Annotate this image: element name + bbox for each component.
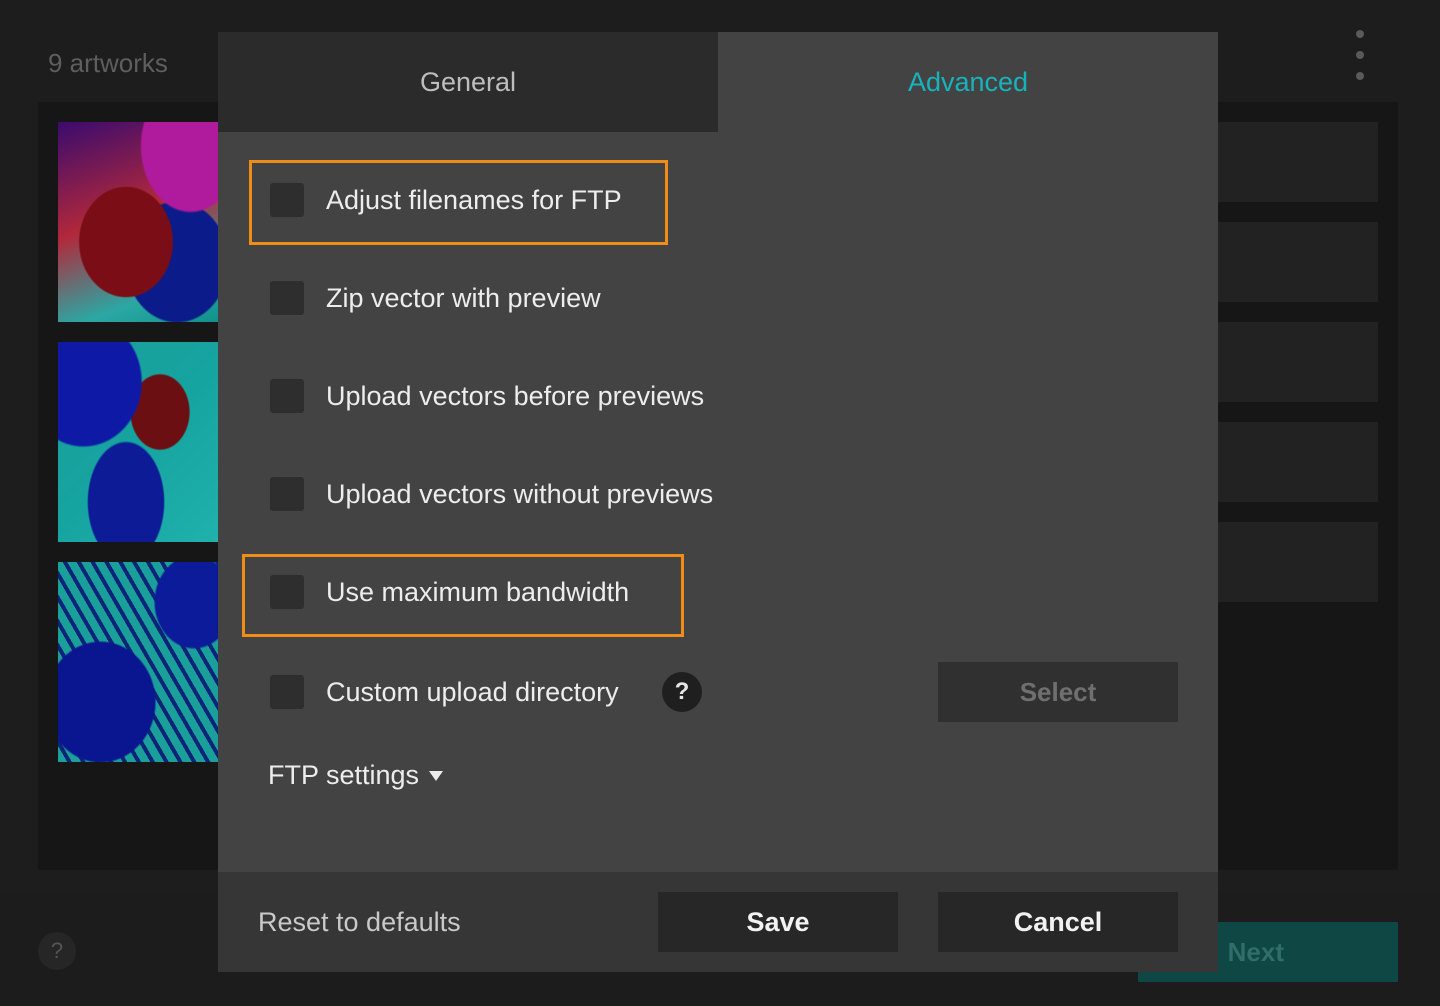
artwork-row [1218, 122, 1378, 202]
option-use-maximum-bandwidth[interactable]: Use maximum bandwidth [270, 572, 629, 612]
artwork-row [1218, 522, 1378, 602]
option-label: Adjust filenames for FTP [326, 184, 622, 215]
artwork-count: 9 artworks [48, 48, 168, 78]
question-mark-icon[interactable]: ? [662, 672, 702, 712]
checkbox[interactable] [270, 575, 304, 609]
checkbox[interactable] [270, 281, 304, 315]
cancel-button[interactable]: Cancel [938, 892, 1178, 952]
tab-general[interactable]: General [218, 32, 718, 132]
artwork-row [1218, 322, 1378, 402]
reset-to-defaults-link[interactable]: Reset to defaults [258, 872, 461, 972]
artwork-row [1218, 422, 1378, 502]
option-label: Zip vector with preview [326, 282, 601, 313]
help-icon[interactable]: ? [38, 932, 76, 970]
option-custom-upload-directory[interactable]: Custom upload directory [270, 672, 619, 712]
option-upload-vectors-before-previews[interactable]: Upload vectors before previews [270, 376, 704, 416]
checkbox[interactable] [270, 675, 304, 709]
option-adjust-filenames-ftp[interactable]: Adjust filenames for FTP [270, 180, 622, 220]
artwork-thumbnail[interactable] [58, 562, 228, 762]
ftp-settings-label: FTP settings [268, 760, 420, 790]
artwork-thumbnail[interactable] [58, 122, 228, 322]
option-label: Upload vectors without previews [326, 478, 714, 509]
save-button[interactable]: Save [658, 892, 898, 952]
more-menu-icon[interactable] [1346, 30, 1374, 80]
ftp-settings-toggle[interactable]: FTP settings [268, 760, 444, 791]
option-zip-vector-preview[interactable]: Zip vector with preview [270, 278, 601, 318]
option-upload-vectors-without-previews[interactable]: Upload vectors without previews [270, 474, 713, 514]
option-label: Custom upload directory [326, 676, 619, 707]
tab-advanced[interactable]: Advanced [718, 32, 1218, 132]
checkbox[interactable] [270, 379, 304, 413]
artwork-thumbnail[interactable] [58, 342, 228, 542]
checkbox[interactable] [270, 183, 304, 217]
select-directory-button[interactable]: Select [938, 662, 1178, 722]
option-label: Upload vectors before previews [326, 380, 705, 411]
settings-dialog: General Advanced Adjust filenames for FT… [218, 32, 1218, 972]
option-label: Use maximum bandwidth [326, 576, 630, 607]
checkbox[interactable] [270, 477, 304, 511]
artwork-row [1218, 222, 1378, 302]
caret-down-icon [429, 770, 444, 781]
dialog-footer: Reset to defaults Save Cancel [218, 872, 1218, 972]
